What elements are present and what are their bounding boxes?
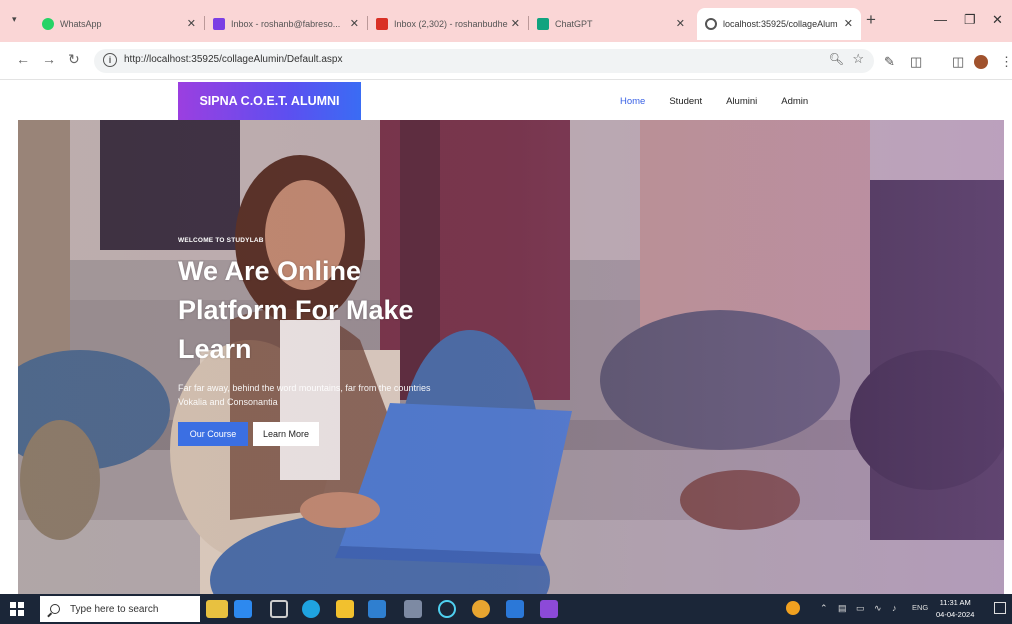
close-icon[interactable]: ✕ xyxy=(844,17,853,30)
task-view-icon[interactable] xyxy=(270,600,288,618)
chevron-up-icon[interactable]: ⌃ xyxy=(820,603,828,614)
language-indicator[interactable]: ENG xyxy=(912,603,928,612)
back-button[interactable]: ← xyxy=(16,51,30,67)
nav-admin[interactable]: Admin xyxy=(781,96,808,107)
tab-title: WhatsApp xyxy=(60,19,102,29)
chatgpt-icon xyxy=(537,18,549,30)
browser-toolbar: ← → ↻ i http://localhost:35925/collageAl… xyxy=(0,42,1012,80)
clock-time: 11:31 AM xyxy=(939,598,971,607)
tab-whatsapp[interactable]: WhatsApp ✕ xyxy=(34,8,204,40)
windows-start-icon[interactable] xyxy=(10,602,24,616)
visual-studio-icon[interactable] xyxy=(540,600,558,618)
nav-alumini[interactable]: Alumini xyxy=(726,96,757,107)
whatsapp-icon xyxy=(42,18,54,30)
hero-left-edge xyxy=(0,120,18,594)
restore-button[interactable]: ❐ xyxy=(964,12,976,28)
close-icon[interactable]: ✕ xyxy=(350,17,359,30)
hero-right-edge xyxy=(1004,120,1012,594)
site-info-icon[interactable]: i xyxy=(103,53,117,67)
react-icon[interactable] xyxy=(438,600,456,618)
tab-title: Inbox (2,302) - roshanbudhe xyxy=(394,19,508,29)
tab-localhost[interactable]: localhost:35925/collageAlum ✕ xyxy=(697,8,861,40)
bookmark-star-icon[interactable]: ☆ xyxy=(852,51,864,67)
profile-avatar[interactable] xyxy=(974,55,988,69)
tab-title: ChatGPT xyxy=(555,19,593,29)
tab-gmail[interactable]: Inbox (2,302) - roshanbudhe ✕ xyxy=(368,8,528,40)
mail-app-icon xyxy=(213,18,225,30)
clock-date: 04-04-2024 xyxy=(936,610,975,619)
taskbar-search-box[interactable]: Type here to search xyxy=(40,596,200,622)
hero-subtext: Far far away, behind the word mountains,… xyxy=(178,383,431,407)
nav-student[interactable]: Student xyxy=(669,96,702,107)
app-icon[interactable] xyxy=(404,600,422,618)
site-logo[interactable]: SIPNA C.O.E.T. ALUMNI xyxy=(178,82,361,120)
nav-home[interactable]: Home xyxy=(620,96,645,107)
windows-taskbar: Type here to search ⌃ ▤ ▭ ∿ ♪ ENG 11:31 … xyxy=(0,594,1012,624)
globe-icon xyxy=(705,18,717,30)
hero-section: WELCOME TO STUDYLAB We Are Online Platfo… xyxy=(0,120,1012,594)
speaker-icon[interactable]: ♪ xyxy=(892,603,897,613)
hero-overlay xyxy=(0,120,1012,594)
extensions-icon[interactable]: ◫ xyxy=(910,54,922,70)
edge-icon[interactable] xyxy=(302,600,320,618)
our-course-button[interactable]: Our Course xyxy=(178,422,248,446)
tab-chatgpt[interactable]: ChatGPT ✕ xyxy=(529,8,693,40)
close-icon[interactable]: ✕ xyxy=(676,17,685,30)
reload-button[interactable]: ↻ xyxy=(68,51,80,68)
new-tab-button[interactable]: + xyxy=(866,10,876,30)
hero-welcome: WELCOME TO STUDYLAB xyxy=(178,237,264,244)
forward-button[interactable]: → xyxy=(42,51,56,67)
file-explorer-icon[interactable] xyxy=(336,600,354,618)
taskbar-clock[interactable]: 11:31 AM 04-04-2024 xyxy=(936,597,974,621)
tab-inbox-fabresco[interactable]: Inbox - roshanb@fabreso... ✕ xyxy=(205,8,367,40)
word-icon[interactable] xyxy=(506,600,524,618)
battery-icon[interactable]: ▭ xyxy=(856,603,865,614)
gmail-icon xyxy=(376,18,388,30)
hero-headline: We Are Online Platform For Make Learn xyxy=(178,256,414,364)
learn-more-button[interactable]: Learn More xyxy=(253,422,319,446)
address-bar[interactable]: i http://localhost:35925/collageAlumin/D… xyxy=(94,49,874,73)
store-icon[interactable] xyxy=(368,600,386,618)
side-panel-icon[interactable]: ◫ xyxy=(952,54,964,70)
person-app-icon[interactable] xyxy=(234,600,252,618)
close-window-button[interactable]: ✕ xyxy=(992,12,1003,28)
url-text[interactable]: http://localhost:35925/collageAlumin/Def… xyxy=(124,54,342,65)
pen-extension-icon[interactable]: ✎ xyxy=(884,54,895,70)
notifications-icon[interactable] xyxy=(994,602,1006,614)
wifi-icon[interactable]: ∿ xyxy=(874,603,882,614)
close-icon[interactable]: ✕ xyxy=(187,17,196,30)
widgets-icon[interactable] xyxy=(206,600,228,618)
more-menu-icon[interactable]: ⋮ xyxy=(1000,54,1012,70)
minimize-button[interactable]: — xyxy=(934,12,947,27)
network-icon[interactable]: ▤ xyxy=(838,603,847,614)
main-nav: Home Student Alumini Admin xyxy=(620,96,832,107)
tab-title: localhost:35925/collageAlum xyxy=(723,19,838,29)
site-navbar: SIPNA C.O.E.T. ALUMNI Home Student Alumi… xyxy=(0,80,1012,120)
weather-icon[interactable] xyxy=(786,601,800,615)
zoom-icon[interactable]: 🔍︎ xyxy=(829,52,844,66)
tab-title: Inbox - roshanb@fabreso... xyxy=(231,19,341,29)
search-placeholder: Type here to search xyxy=(70,603,159,615)
tab-search-chevron-icon[interactable]: ▾ xyxy=(12,14,17,25)
search-icon xyxy=(50,604,60,614)
chrome-icon[interactable] xyxy=(472,600,490,618)
browser-tab-strip: ▾ WhatsApp ✕ Inbox - roshanb@fabreso... … xyxy=(0,0,1012,42)
close-icon[interactable]: ✕ xyxy=(511,17,520,30)
